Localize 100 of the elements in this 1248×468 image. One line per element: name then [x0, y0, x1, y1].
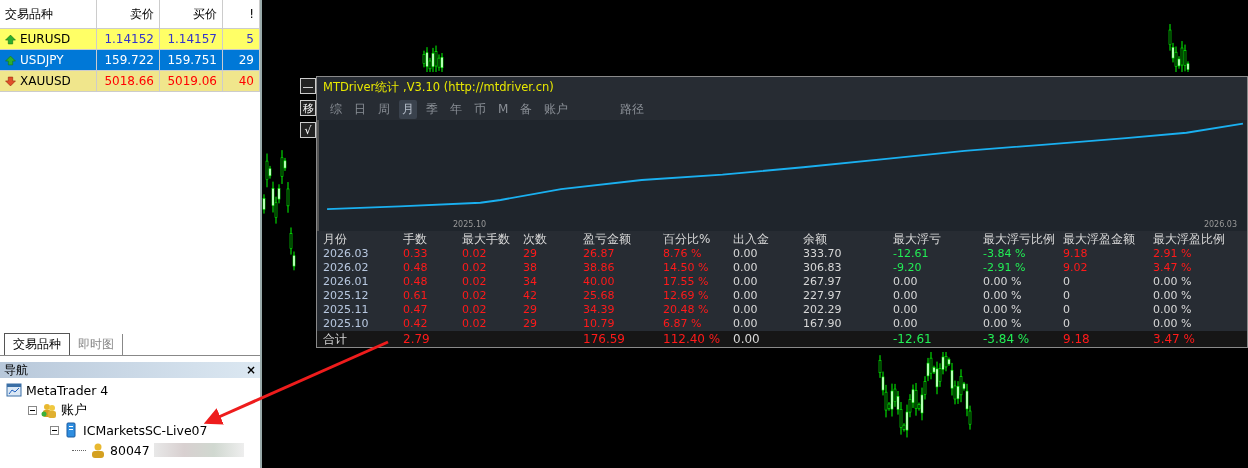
- column-header[interactable]: 买价: [160, 0, 223, 28]
- column-header: 最大手数: [462, 231, 511, 248]
- table-cell: 0: [1063, 317, 1070, 331]
- table-cell: 0.00 %: [1153, 275, 1192, 289]
- panel-button[interactable]: 移: [300, 100, 316, 116]
- panel-title: 导航: [4, 361, 28, 379]
- table-cell: 2025.12: [323, 289, 369, 303]
- table-cell: 0.00 %: [1153, 289, 1192, 303]
- table-cell: 0.00 %: [983, 289, 1022, 303]
- tab[interactable]: 即时图: [70, 334, 123, 355]
- table-cell: 0.47: [403, 303, 428, 317]
- table-cell: 26.87: [583, 247, 615, 261]
- panel-button[interactable]: √: [300, 122, 316, 138]
- column-header: 百分比%: [663, 231, 712, 248]
- period-tab[interactable]: M: [495, 101, 512, 118]
- total-cell: 9.18: [1063, 332, 1090, 347]
- table-cell: 0.33: [403, 247, 428, 261]
- collapse-toggle[interactable]: [50, 425, 59, 435]
- column-header[interactable]: 卖价: [97, 0, 160, 28]
- table-cell: 0.02: [462, 275, 487, 289]
- table-cell: 202.29: [803, 303, 842, 317]
- period-tab[interactable]: 账户: [541, 99, 572, 119]
- table-cell: 38: [523, 261, 537, 275]
- price-value: 5019.06: [167, 74, 217, 88]
- column-header: 余额: [803, 231, 828, 248]
- table-cell: -12.61: [893, 247, 929, 261]
- table-cell: -9.20: [893, 261, 922, 275]
- price-value: 1.14157: [167, 32, 217, 46]
- total-cell: 176.59: [583, 332, 625, 347]
- candlestick: [286, 181, 290, 214]
- total-cell: -3.84 %: [983, 332, 1030, 347]
- users-icon: [41, 402, 57, 418]
- table-cell: 0.61: [403, 289, 428, 303]
- table-cell: 306.83: [803, 261, 842, 275]
- server-icon: [63, 422, 79, 438]
- table-cell: 0.42: [403, 317, 428, 331]
- table-cell: 40.00: [583, 275, 615, 289]
- table-cell: 0.00: [733, 289, 758, 303]
- table-cell: -2.91 %: [983, 261, 1026, 275]
- tree-item[interactable]: 账户: [61, 401, 87, 419]
- close-button[interactable]: ×: [245, 363, 256, 377]
- symbol-name: USDJPY: [20, 53, 64, 67]
- table-cell: 38.86: [583, 261, 615, 275]
- period-tab[interactable]: 周: [375, 99, 393, 119]
- table-cell: 0.02: [462, 303, 487, 317]
- table-cell: 0.00: [733, 303, 758, 317]
- total-cell: -12.61: [893, 332, 932, 347]
- table-cell: 8.76 %: [663, 247, 702, 261]
- table-cell: 14.50 %: [663, 261, 709, 275]
- period-tab[interactable]: 备: [517, 99, 536, 119]
- up-arrow-icon: [5, 54, 16, 66]
- table-cell: 0.00: [733, 317, 758, 331]
- total-cell: 112.40 %: [663, 332, 721, 347]
- table-cell: 9.02: [1063, 261, 1088, 275]
- period-tab[interactable]: 季: [423, 99, 441, 119]
- table-cell: 25.68: [583, 289, 615, 303]
- tree-item[interactable]: 80047: [110, 442, 150, 458]
- chart-window-icon: [6, 382, 22, 398]
- total-cell: 2.79: [403, 332, 430, 347]
- period-tab[interactable]: 路径: [617, 99, 648, 119]
- table-cell: 29: [523, 317, 537, 331]
- table-cell: 17.55 %: [663, 275, 709, 289]
- table-cell: 0.02: [462, 247, 487, 261]
- period-tab[interactable]: 币: [471, 99, 489, 119]
- symbol-row[interactable]: USDJPY 159.722 159.751 29: [0, 50, 260, 71]
- period-tab[interactable]: 年: [447, 99, 465, 119]
- tree-item[interactable]: MetaTrader 4: [26, 382, 109, 398]
- table-cell: 2025.11: [323, 303, 369, 317]
- symbol-row[interactable]: EURUSD 1.14152 1.14157 5: [0, 29, 260, 50]
- collapse-toggle[interactable]: [28, 405, 37, 415]
- table-cell: 0.00: [893, 317, 918, 331]
- table-cell: 0.00 %: [983, 275, 1022, 289]
- table-cell: 0.00: [733, 247, 758, 261]
- tab[interactable]: 交易品种: [4, 333, 70, 355]
- table-cell: 20.48 %: [663, 303, 709, 317]
- down-arrow-icon: [5, 75, 16, 87]
- table-cell: 2025.10: [323, 317, 369, 331]
- panel-button[interactable]: —: [300, 78, 316, 94]
- column-header[interactable]: 交易品种: [0, 0, 97, 28]
- table-cell: 0: [1063, 289, 1070, 303]
- table-cell: -3.84 %: [983, 247, 1026, 261]
- table-cell: 0.00: [893, 289, 918, 303]
- symbol-name: EURUSD: [20, 32, 71, 46]
- table-cell: 0.00: [893, 275, 918, 289]
- table-cell: 0.00 %: [1153, 303, 1192, 317]
- table-cell: 0.00 %: [983, 303, 1022, 317]
- column-header[interactable]: !: [223, 0, 260, 28]
- table-cell: 29: [523, 303, 537, 317]
- tree-item[interactable]: ICMarketsSC-Live07: [83, 422, 208, 438]
- period-tab[interactable]: 日: [351, 99, 369, 119]
- column-header: 次数: [523, 231, 548, 248]
- table-cell: 12.69 %: [663, 289, 709, 303]
- column-header: 最大浮盈金额: [1063, 231, 1136, 248]
- period-tab[interactable]: 月: [399, 99, 417, 119]
- table-cell: 0.00 %: [1153, 317, 1192, 331]
- table-cell: 167.90: [803, 317, 842, 331]
- column-header: 盈亏金额: [583, 231, 632, 248]
- symbol-row[interactable]: XAUUSD 5018.66 5019.06 40: [0, 71, 260, 92]
- period-tab[interactable]: 综: [327, 99, 345, 119]
- table-cell: 0.00: [733, 275, 758, 289]
